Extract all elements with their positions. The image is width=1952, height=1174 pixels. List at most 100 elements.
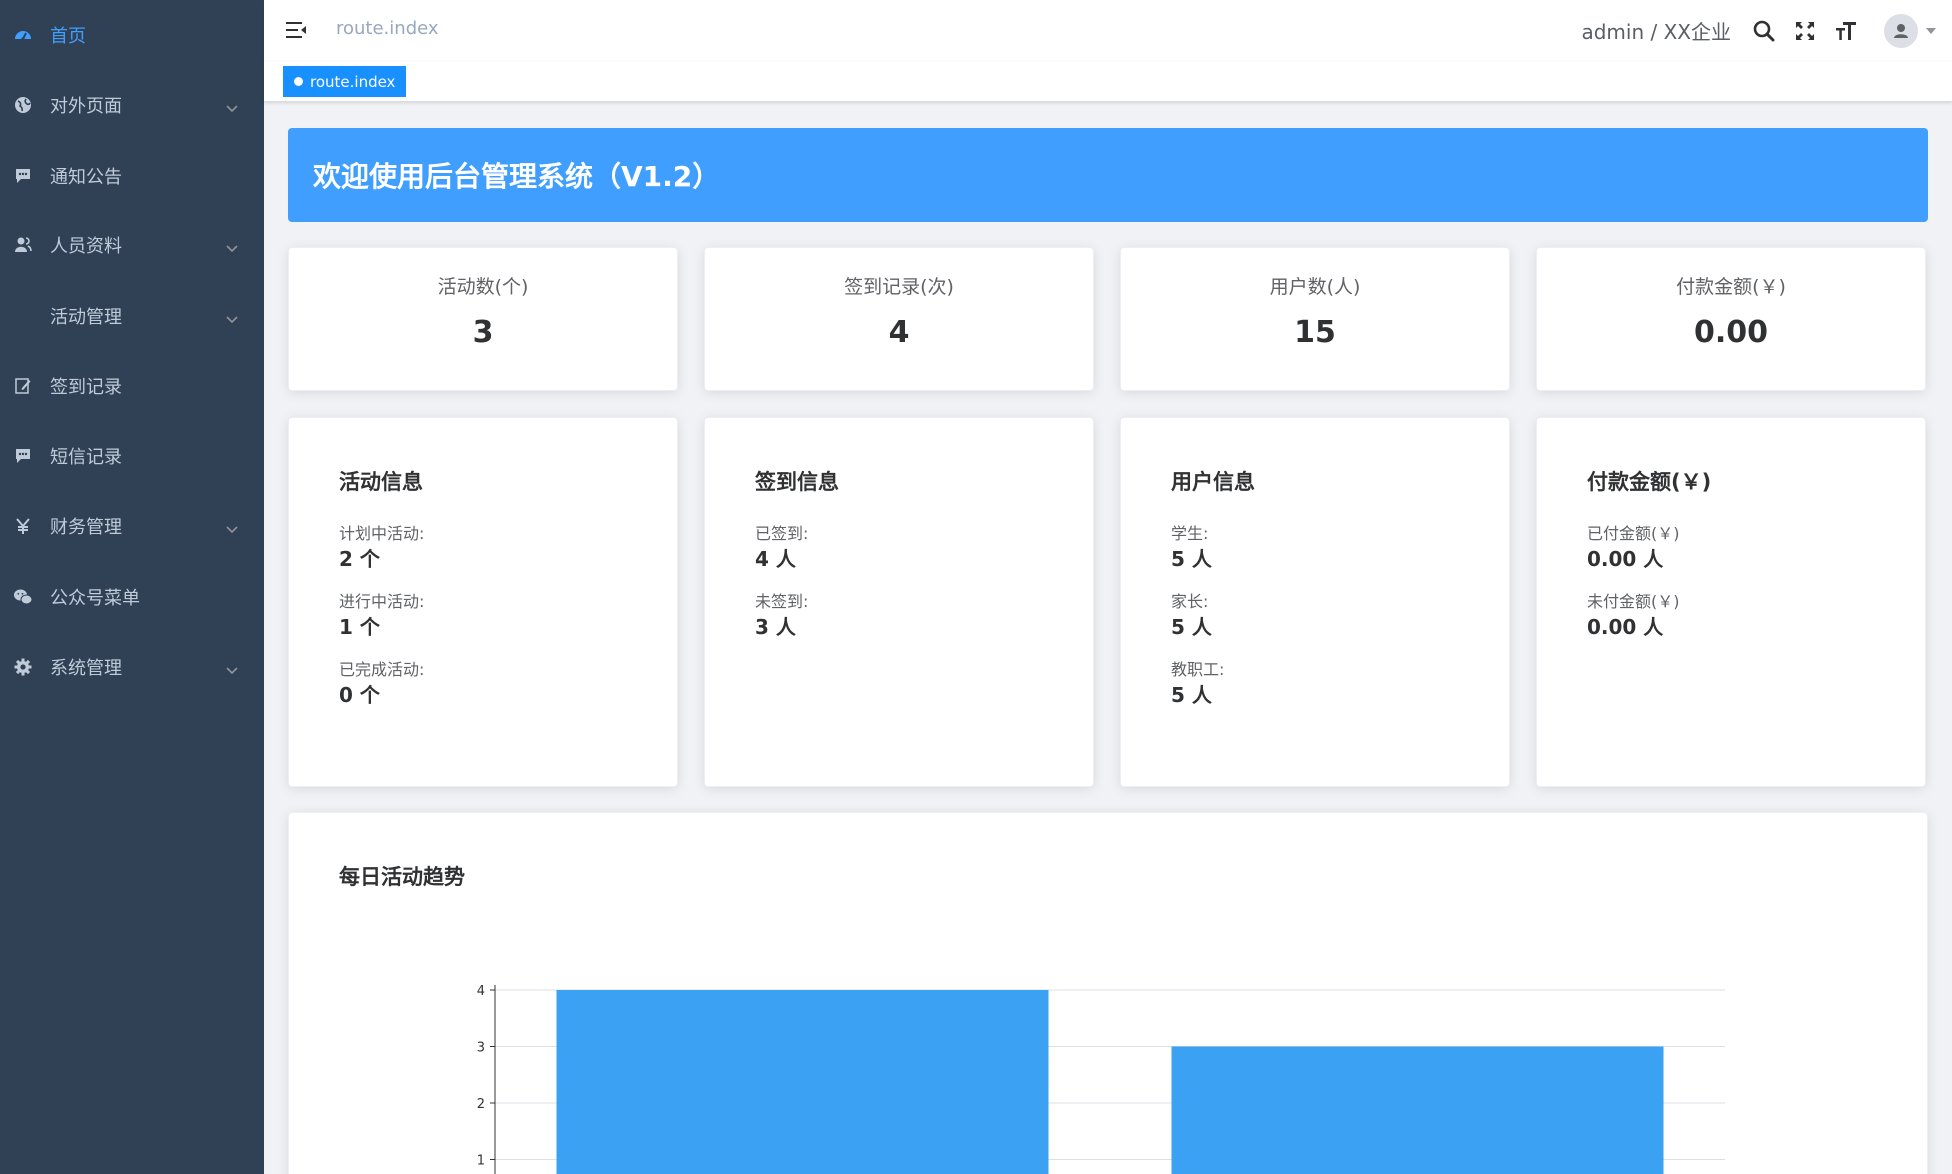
info-label: 未签到: xyxy=(755,592,809,611)
sidebar-item-2[interactable]: 通知公告 xyxy=(0,141,264,211)
sidebar-item-label: 短信记录 xyxy=(50,447,122,468)
info-title: 签到信息 xyxy=(755,470,839,494)
info-card-signin: 签到信息 已签到: 4 人未签到: 3 人 xyxy=(704,417,1094,787)
stat-title: 付款金额(￥) xyxy=(1676,276,1786,298)
sidebar-item-label: 活动管理 xyxy=(50,307,122,328)
info-list: 学生: 5 人家长: 5 人教职工: 5 人 xyxy=(1171,523,1509,709)
stat-card-signins: 签到记录(次) 4 xyxy=(704,247,1094,391)
bar xyxy=(556,990,1049,1174)
breadcrumb[interactable]: route.index xyxy=(336,18,439,39)
message-icon xyxy=(12,445,34,467)
y-tick-label: 4 xyxy=(477,984,485,999)
info-value: 0 个 xyxy=(339,683,380,707)
user-name: admin / XX企业 xyxy=(1581,20,1731,44)
sidebar-item-label: 系统管理 xyxy=(50,658,122,679)
info-row: 进行中活动: 1 个 xyxy=(339,591,677,641)
chevron-down-icon[interactable] xyxy=(226,659,238,675)
info-row: 未签到: 3 人 xyxy=(755,591,1093,641)
sidebar-item-1[interactable]: 对外页面 xyxy=(0,70,264,140)
y-tick-label: 2 xyxy=(477,1097,485,1112)
sidebar-item-label: 公众号菜单 xyxy=(50,588,140,609)
sidebar-item-8[interactable]: 公众号菜单 xyxy=(0,562,264,632)
info-card-users: 用户信息 学生: 5 人家长: 5 人教职工: 5 人 xyxy=(1120,417,1510,787)
yen-icon xyxy=(12,515,34,537)
chevron-down-icon[interactable] xyxy=(226,97,238,113)
chevron-down-icon[interactable] xyxy=(226,308,238,324)
sidebar-item-3[interactable]: 人员资料 xyxy=(0,210,264,280)
info-list: 已签到: 4 人未签到: 3 人 xyxy=(755,523,1093,641)
sidebar-item-label: 人员资料 xyxy=(50,236,122,257)
tag-route-index[interactable]: route.index xyxy=(283,66,407,97)
chevron-down-icon[interactable] xyxy=(226,237,238,253)
info-row: 家长: 5 人 xyxy=(1171,591,1509,641)
y-tick-label: 1 xyxy=(477,1154,485,1169)
sidebar-item-label: 财务管理 xyxy=(50,517,122,538)
search-icon[interactable] xyxy=(1751,18,1777,44)
info-row: 已付金额(￥) 0.00 人 xyxy=(1587,523,1925,573)
info-row: 已签到: 4 人 xyxy=(755,523,1093,573)
info-row: 学生: 5 人 xyxy=(1171,523,1509,573)
info-row: 已完成活动: 0 个 xyxy=(339,659,677,709)
chevron-down-icon[interactable] xyxy=(226,518,238,534)
info-title: 用户信息 xyxy=(1171,470,1255,494)
info-row: 教职工: 5 人 xyxy=(1171,659,1509,709)
avatar[interactable] xyxy=(1884,13,1918,48)
bar-chart: 1 2 3 4 xyxy=(477,984,1725,1174)
info-title: 活动信息 xyxy=(339,470,423,494)
gear-icon xyxy=(12,656,34,678)
sidebar: 首页对外页面通知公告人员资料活动管理签到记录短信记录财务管理公众号菜单系统管理 xyxy=(0,0,264,1174)
info-value: 1 个 xyxy=(339,615,380,639)
info-label: 已签到: xyxy=(755,524,809,543)
sidebar-item-6[interactable]: 短信记录 xyxy=(0,421,264,491)
info-value: 4 人 xyxy=(755,547,796,571)
sidebar-item-label: 通知公告 xyxy=(50,167,122,188)
sidebar-item-7[interactable]: 财务管理 xyxy=(0,491,264,561)
info-label: 教职工: xyxy=(1171,660,1225,679)
info-list: 已付金额(￥) 0.00 人未付金额(￥) 0.00 人 xyxy=(1587,523,1925,641)
sidebar-item-4[interactable]: 活动管理 xyxy=(0,281,264,351)
sidebar-item-0[interactable]: 首页 xyxy=(0,0,264,70)
sidebar-item-9[interactable]: 系统管理 xyxy=(0,632,264,702)
stat-value: 15 xyxy=(1294,315,1336,350)
info-value: 5 人 xyxy=(1171,615,1212,639)
stat-card-users: 用户数(人) 15 xyxy=(1120,247,1510,391)
stat-title: 活动数(个) xyxy=(437,276,529,298)
peoples-icon xyxy=(12,234,34,256)
info-label: 计划中活动: xyxy=(339,524,425,543)
stat-value: 3 xyxy=(472,315,494,350)
stat-value: 0.00 xyxy=(1693,315,1769,350)
sidebar-item-label: 首页 xyxy=(50,26,86,47)
sidebar-item-5[interactable]: 签到记录 xyxy=(0,351,264,421)
globe-icon xyxy=(12,94,34,116)
info-value: 2 个 xyxy=(339,547,380,571)
stat-card-activities: 活动数(个) 3 xyxy=(288,247,678,391)
info-card-payments: 付款金额(￥) 已付金额(￥) 0.00 人未付金额(￥) 0.00 人 xyxy=(1536,417,1926,787)
info-value: 5 人 xyxy=(1171,547,1212,571)
sidebar-item-label: 对外页面 xyxy=(50,96,122,117)
caret-down-icon[interactable] xyxy=(1926,27,1936,34)
info-card-activity: 活动信息 计划中活动: 2 个进行中活动: 1 个已完成活动: 0 个 xyxy=(288,417,678,787)
navbar: route.index admin / XX企业 xyxy=(264,0,1952,61)
info-label: 进行中活动: xyxy=(339,592,425,611)
stat-card-payments: 付款金额(￥) 0.00 xyxy=(1536,247,1926,391)
hamburger-icon[interactable] xyxy=(284,18,308,42)
tags-view: route.index xyxy=(264,61,1952,102)
y-tick-label: 3 xyxy=(477,1041,485,1056)
info-label: 家长: xyxy=(1171,592,1209,611)
info-value: 3 人 xyxy=(755,615,796,639)
info-value: 0.00 人 xyxy=(1587,547,1664,571)
fullscreen-icon[interactable] xyxy=(1792,18,1818,44)
avatar-dropdown[interactable] xyxy=(1884,13,1936,48)
banner-title: 欢迎使用后台管理系统（V1.2） xyxy=(313,160,721,193)
message-icon xyxy=(12,165,34,187)
stat-title: 用户数(人) xyxy=(1269,276,1361,298)
sidebar-item-label: 签到记录 xyxy=(50,377,122,398)
font-size-icon[interactable] xyxy=(1833,18,1859,44)
info-label: 未付金额(￥) xyxy=(1587,592,1680,611)
right-menu: admin / XX企业 xyxy=(1581,0,1952,61)
info-value: 0.00 人 xyxy=(1587,615,1664,639)
stat-value: 4 xyxy=(888,315,910,350)
active-dot-icon xyxy=(294,77,303,86)
wechat-icon xyxy=(12,586,34,608)
info-list: 计划中活动: 2 个进行中活动: 1 个已完成活动: 0 个 xyxy=(339,523,677,709)
